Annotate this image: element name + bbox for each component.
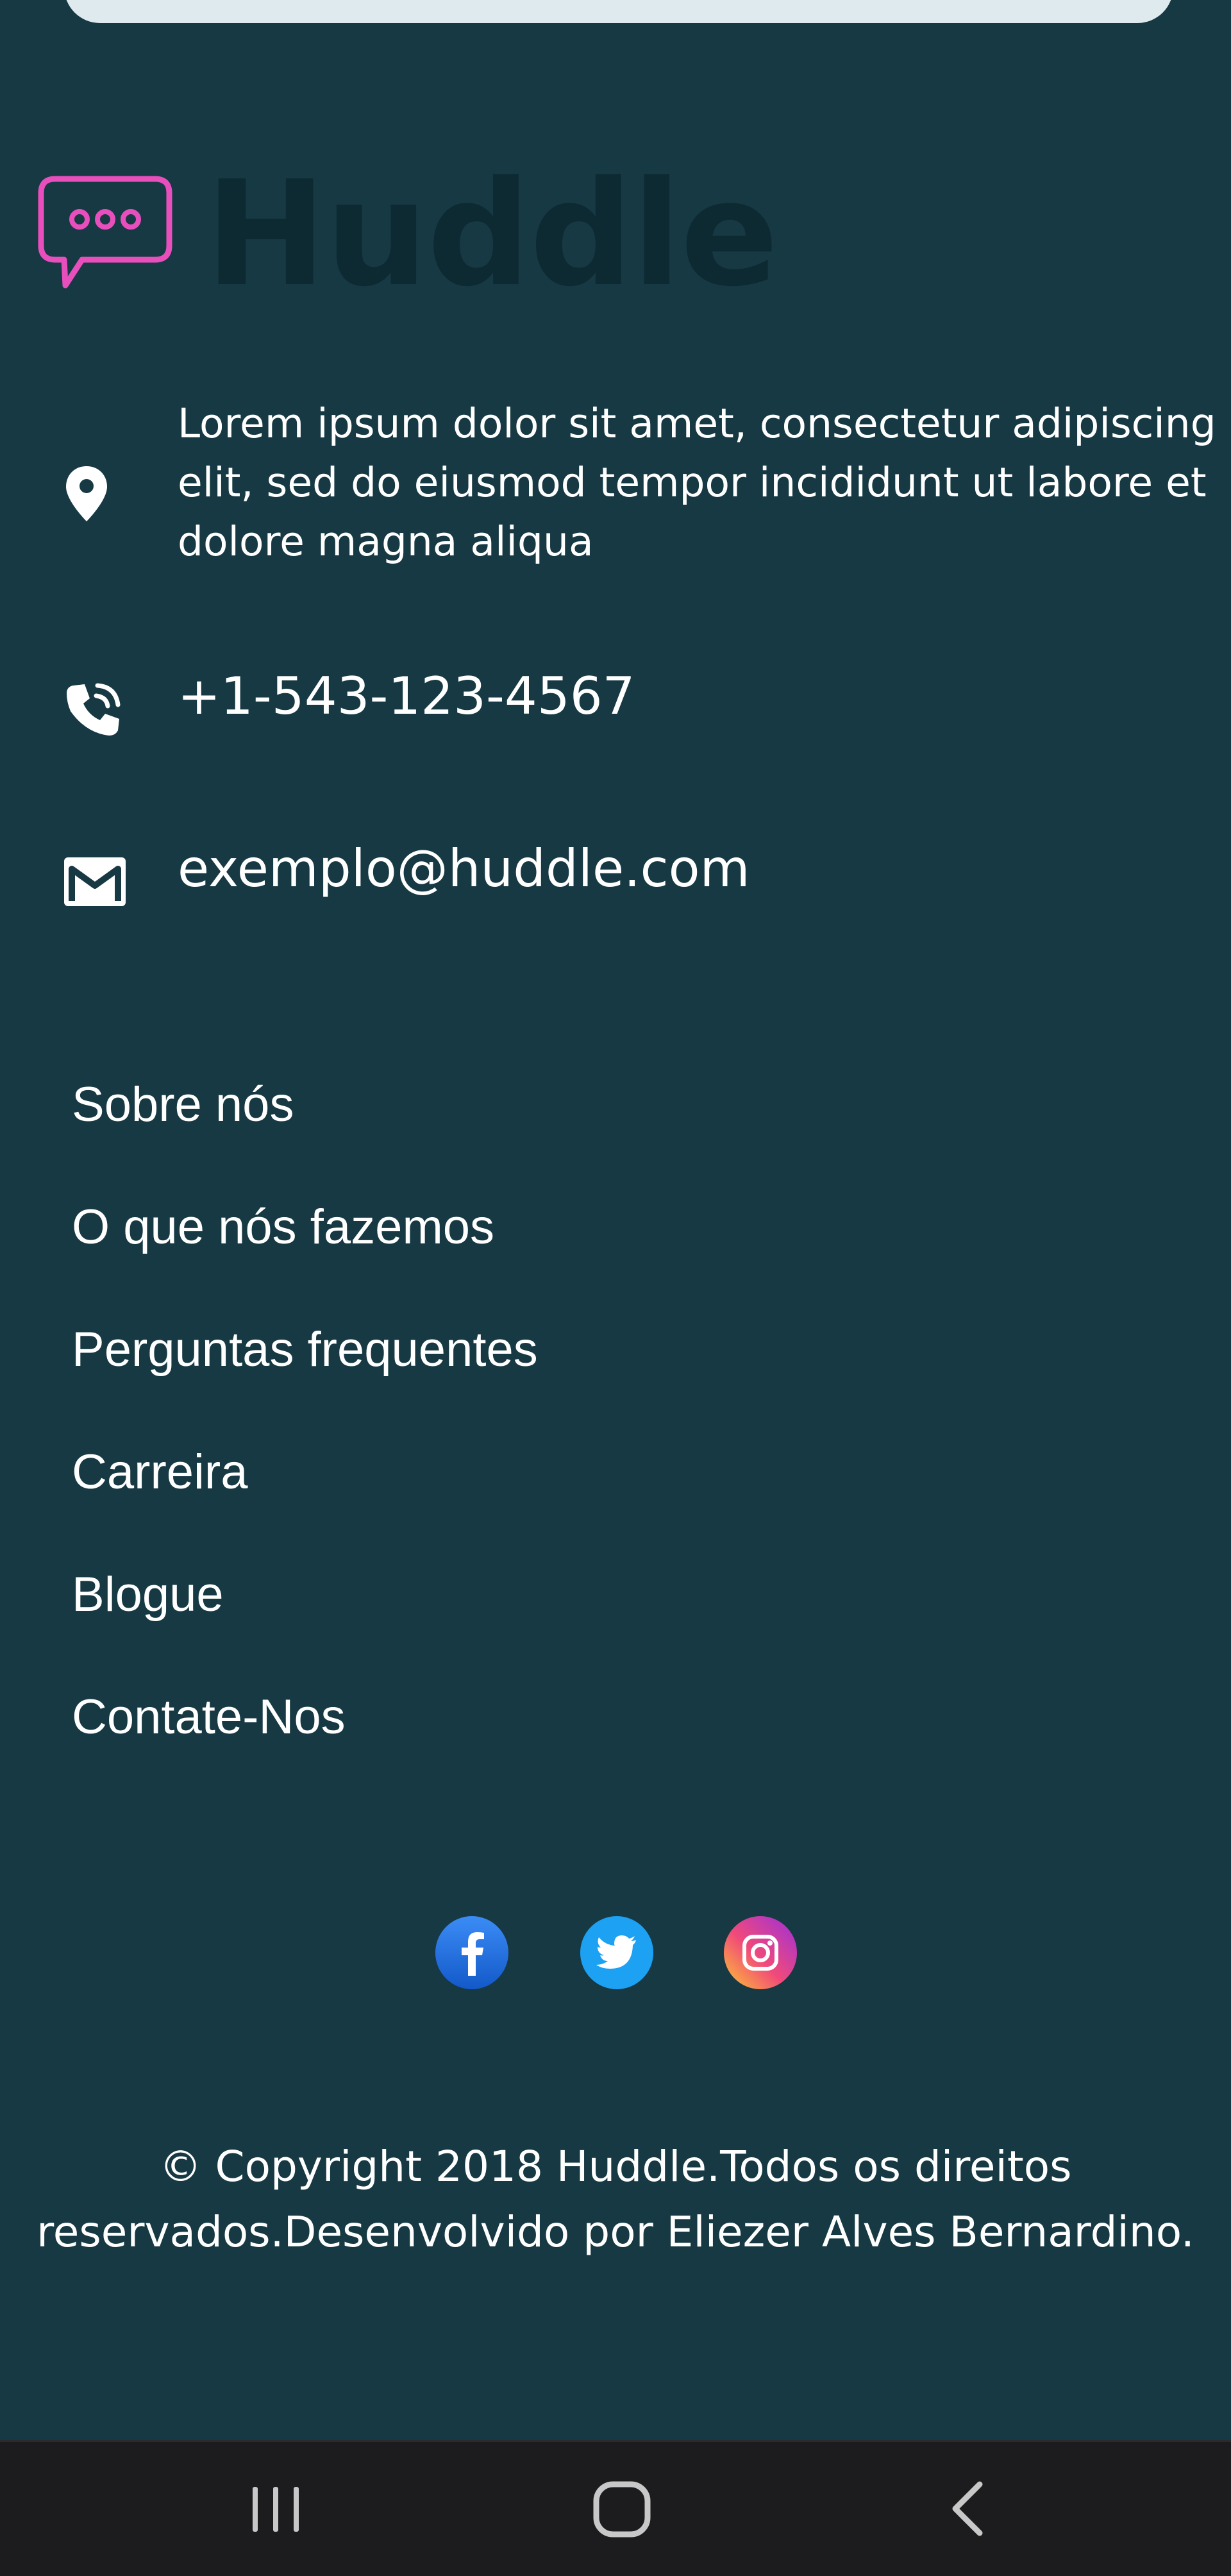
contact-email[interactable]: exemplo@huddle.com (0, 837, 1231, 914)
footer-nav-item-perguntas-frequentes: Perguntas frequentes (72, 1321, 538, 1444)
footer-nav-item-contate-nos: Contate-Nos (72, 1688, 538, 1811)
footer-nav-item-o-que-nos-fazemos: O que nós fazemos (72, 1199, 538, 1321)
address-text: Lorem ipsum dolor sit amet, consectetur … (178, 400, 1216, 565)
instagram-icon (724, 1916, 797, 1989)
copyright-line-2: reservados.Desenvolvido por Eliezer Alve… (37, 2207, 1194, 2257)
contact-address: Lorem ipsum dolor sit amet, consectetur … (0, 394, 1231, 587)
speech-bubble-icon (37, 170, 178, 298)
back-button[interactable] (904, 2442, 1032, 2576)
footer-link-contate-nos[interactable]: Contate-Nos (72, 1688, 538, 1746)
back-icon (952, 2481, 983, 2536)
twitter-icon (580, 1916, 653, 1989)
facebook-link[interactable] (435, 1915, 509, 1990)
facebook-icon (435, 1916, 508, 1989)
footer-link-o-que-nos-fazemos[interactable]: O que nós fazemos (72, 1199, 538, 1256)
system-navigation-bar (0, 2440, 1231, 2576)
contact-phone[interactable]: +1-543-123-4567 (0, 664, 1231, 741)
top-card (64, 0, 1173, 23)
footer-link-perguntas-frequentes[interactable]: Perguntas frequentes (72, 1321, 538, 1379)
location-pin-icon (64, 465, 109, 525)
twitter-link[interactable] (580, 1915, 654, 1990)
footer-link-carreira[interactable]: Carreira (72, 1444, 538, 1501)
home-icon (593, 2481, 651, 2538)
footer-link-blogue[interactable]: Blogue (72, 1566, 538, 1624)
home-button[interactable] (558, 2442, 686, 2576)
email-icon (64, 857, 126, 909)
instagram-link[interactable] (723, 1915, 798, 1990)
phone-text: +1-543-123-4567 (178, 666, 635, 726)
footer-nav-item-sobre-nos: Sobre nós (72, 1076, 538, 1199)
footer-nav: Sobre nós O que nós fazemos Perguntas fr… (72, 1076, 538, 1811)
footer-link-sobre-nos[interactable]: Sobre nós (72, 1076, 538, 1134)
email-text: exemplo@huddle.com (178, 839, 750, 898)
footer-nav-item-carreira: Carreira (72, 1444, 538, 1566)
huddle-logo[interactable]: Huddle (37, 162, 778, 307)
recent-apps-button[interactable] (212, 2442, 340, 2576)
brand-name: Huddle (205, 150, 778, 319)
footer-nav-item-blogue: Blogue (72, 1566, 538, 1688)
recent-apps-icon (253, 2487, 299, 2532)
copyright-notice: © Copyright 2018 Huddle.Todos os direito… (0, 2134, 1231, 2265)
copyright-line-1: © Copyright 2018 Huddle.Todos os direito… (159, 2142, 1072, 2191)
phone-icon (64, 679, 123, 741)
